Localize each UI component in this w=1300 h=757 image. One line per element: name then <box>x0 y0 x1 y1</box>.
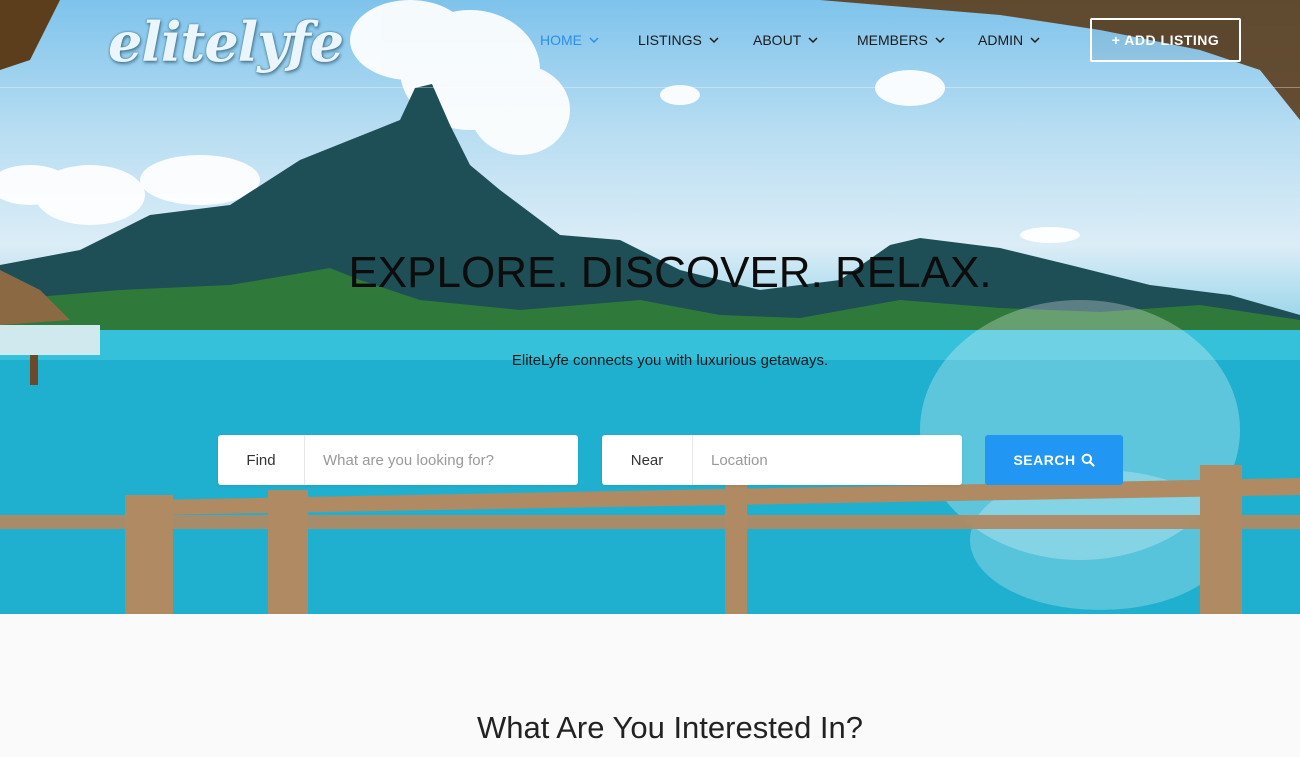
main-nav: HOME LISTINGS ABOUT MEMBERS ADMIN <box>540 30 1078 50</box>
nav-home-label: HOME <box>540 32 582 48</box>
interests-section-title: What Are You Interested In? <box>476 710 864 745</box>
hero-background-image <box>0 0 1300 614</box>
search-icon <box>1081 453 1095 467</box>
search-button-label: SEARCH <box>1013 452 1076 468</box>
site-logo[interactable]: elitelyfe <box>108 10 344 74</box>
find-label: Find <box>218 435 305 485</box>
location-input[interactable] <box>693 436 959 484</box>
nav-listings[interactable]: LISTINGS <box>638 30 753 50</box>
near-label: Near <box>602 435 693 485</box>
search-button[interactable]: SEARCH <box>985 435 1123 485</box>
chevron-down-icon <box>589 37 599 44</box>
near-search-group: Near <box>602 435 962 485</box>
nav-about-label: ABOUT <box>753 32 802 48</box>
hero-headline: EXPLORE. DISCOVER. RELAX. <box>348 248 992 297</box>
hero-tagline: EliteLyfe connects you with luxurious ge… <box>511 352 829 369</box>
find-input[interactable] <box>305 436 575 484</box>
find-search-group: Find <box>218 435 578 485</box>
nav-about[interactable]: ABOUT <box>753 30 857 50</box>
chevron-down-icon <box>935 37 945 44</box>
add-listing-button[interactable]: + ADD LISTING <box>1090 18 1241 62</box>
chevron-down-icon <box>709 37 719 44</box>
nav-admin[interactable]: ADMIN <box>978 30 1078 50</box>
nav-home[interactable]: HOME <box>540 30 638 50</box>
nav-members[interactable]: MEMBERS <box>857 30 978 50</box>
nav-admin-label: ADMIN <box>978 32 1024 48</box>
chevron-down-icon <box>808 37 818 44</box>
nav-listings-label: LISTINGS <box>638 32 702 48</box>
top-navigation-bar: elitelyfe HOME LISTINGS ABOUT MEMBERS AD… <box>0 0 1300 88</box>
chevron-down-icon <box>1030 37 1040 44</box>
nav-members-label: MEMBERS <box>857 32 928 48</box>
hero-banner: elitelyfe HOME LISTINGS ABOUT MEMBERS AD… <box>0 0 1300 614</box>
